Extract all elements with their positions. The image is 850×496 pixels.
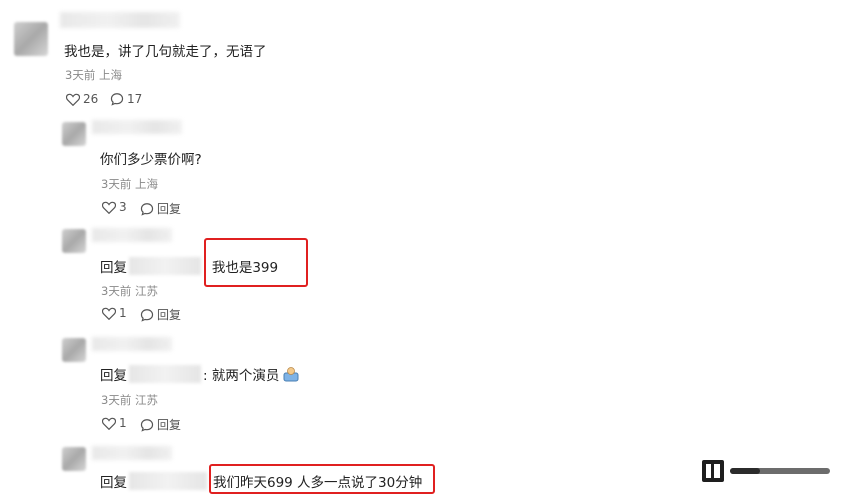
- comment-location: 上海: [98, 68, 122, 82]
- like-count: 3: [119, 200, 127, 214]
- reply-target-blurred: [129, 257, 201, 275]
- reply-text: 你们多少票价啊?: [100, 152, 202, 168]
- username-blurred[interactable]: [92, 228, 172, 242]
- comment-bubble-icon: [140, 418, 154, 432]
- reply-label: 回复: [157, 202, 182, 216]
- like-count: 1: [119, 416, 127, 430]
- like-button[interactable]: 26: [66, 92, 98, 106]
- username-blurred[interactable]: [92, 337, 172, 351]
- heart-icon: [66, 93, 80, 106]
- reply-meta: 3天前 江苏: [101, 392, 158, 408]
- reply-target-blurred: [129, 365, 201, 383]
- heart-icon: [102, 307, 116, 320]
- heart-icon: [102, 417, 116, 430]
- reply-prefix: 回复: [100, 475, 127, 491]
- username-blurred[interactable]: [92, 120, 182, 134]
- reply-label: 回复: [157, 308, 182, 322]
- reply-count: 17: [127, 92, 143, 106]
- username-blurred[interactable]: [60, 12, 180, 28]
- username-blurred[interactable]: [92, 446, 172, 460]
- reply-time: 3天前: [101, 393, 132, 407]
- reply-count-button[interactable]: 17: [110, 92, 142, 106]
- reply-button[interactable]: 回复: [140, 200, 181, 217]
- reply-target-blurred: [129, 472, 207, 490]
- reply-location: 上海: [134, 177, 158, 191]
- reply-prefix: 回复: [100, 368, 127, 384]
- reply-text-line: 回复 : 就两个演员: [100, 364, 300, 384]
- like-count: 1: [119, 306, 127, 320]
- reply-time: 3天前: [101, 284, 132, 298]
- like-button[interactable]: 1: [102, 306, 127, 320]
- avatar[interactable]: [62, 338, 86, 362]
- reply-prefix: 回复: [100, 260, 127, 276]
- comment-bubble-icon: [140, 202, 154, 216]
- reply-meta: 3天前 江苏: [101, 283, 158, 299]
- avatar[interactable]: [62, 122, 86, 146]
- heart-icon: [102, 201, 116, 214]
- reply-button[interactable]: 回复: [140, 306, 181, 323]
- watermark-logo: [702, 460, 830, 482]
- comment-text: 我也是，讲了几句就走了，无语了: [64, 44, 267, 60]
- reply-location: 江苏: [134, 393, 158, 407]
- highlight-box: [204, 238, 308, 287]
- reply-time: 3天前: [101, 177, 132, 191]
- avatar[interactable]: [14, 22, 48, 56]
- reply-button[interactable]: 回复: [140, 416, 181, 433]
- like-count: 26: [83, 92, 99, 106]
- reply-text: : 就两个演员: [203, 368, 280, 384]
- highlight-box: [209, 464, 435, 494]
- comment-bubble-icon: [140, 308, 154, 322]
- comment-bubble-icon: [110, 93, 124, 106]
- reply-label: 回复: [157, 418, 182, 432]
- avatar[interactable]: [62, 447, 86, 471]
- like-button[interactable]: 1: [102, 416, 127, 430]
- emoji-icon: [283, 367, 299, 382]
- avatar[interactable]: [62, 229, 86, 253]
- comment-meta: 3天前 上海: [65, 67, 122, 83]
- like-button[interactable]: 3: [102, 200, 127, 214]
- reply-meta: 3天前 上海: [101, 176, 158, 192]
- reply-location: 江苏: [134, 284, 158, 298]
- comment-time: 3天前: [65, 68, 96, 82]
